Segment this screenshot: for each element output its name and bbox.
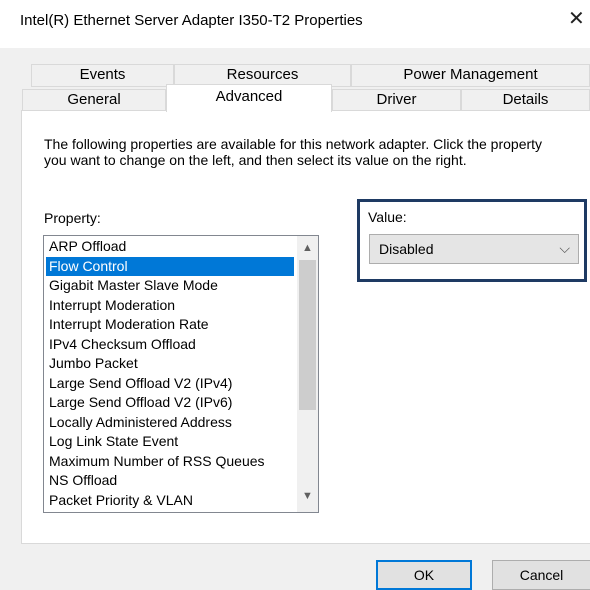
- property-label: Property:: [44, 210, 101, 226]
- description-text: The following properties are available f…: [44, 136, 543, 168]
- property-list-item[interactable]: Jumbo Packet: [46, 354, 294, 374]
- scrollbar-thumb[interactable]: [299, 260, 316, 410]
- tab-power-management[interactable]: Power Management: [351, 64, 590, 87]
- property-list-item[interactable]: Large Send Offload V2 (IPv6): [46, 393, 294, 413]
- property-list-item[interactable]: NS Offload: [46, 471, 294, 491]
- property-list-item[interactable]: Interrupt Moderation: [46, 296, 294, 316]
- tab-advanced[interactable]: Advanced: [166, 84, 332, 112]
- property-list-item[interactable]: Packet Priority & VLAN: [46, 491, 294, 511]
- property-list-item[interactable]: Locally Administered Address: [46, 413, 294, 433]
- chevron-down-icon: ⌵: [559, 240, 570, 256]
- property-list-item[interactable]: Large Send Offload V2 (IPv4): [46, 374, 294, 394]
- close-icon[interactable]: ✕: [568, 6, 585, 31]
- window-title: Intel(R) Ethernet Server Adapter I350-T2…: [20, 12, 363, 29]
- value-selected-text: Disabled: [379, 241, 434, 257]
- property-list-items: ARP Offload Flow Control Gigabit Master Sl…: [46, 237, 294, 510]
- chevron-up-icon[interactable]: ▲: [297, 238, 318, 258]
- tab-details[interactable]: Details: [461, 89, 590, 111]
- property-list-item[interactable]: IPv4 Checksum Offload: [46, 335, 294, 355]
- property-scrollbar[interactable]: ▲ ▼: [297, 236, 318, 512]
- property-list-item[interactable]: Interrupt Moderation Rate: [46, 315, 294, 335]
- tab-events[interactable]: Events: [31, 64, 174, 87]
- tab-driver[interactable]: Driver: [332, 89, 461, 111]
- tab-general[interactable]: General: [22, 89, 166, 111]
- property-list-item[interactable]: Log Link State Event: [46, 432, 294, 452]
- property-list-item[interactable]: Maximum Number of RSS Queues: [46, 452, 294, 472]
- property-listbox[interactable]: ARP Offload Flow Control Gigabit Master Sl…: [43, 235, 319, 513]
- cancel-button[interactable]: Cancel: [492, 560, 590, 590]
- property-list-item[interactable]: ARP Offload: [46, 237, 294, 257]
- property-list-item[interactable]: Gigabit Master Slave Mode: [46, 276, 294, 296]
- chevron-down-icon[interactable]: ▼: [297, 486, 318, 506]
- value-select[interactable]: Disabled ⌵: [369, 234, 579, 264]
- ok-button[interactable]: OK: [376, 560, 472, 590]
- property-list-item[interactable]: Flow Control: [46, 256, 294, 276]
